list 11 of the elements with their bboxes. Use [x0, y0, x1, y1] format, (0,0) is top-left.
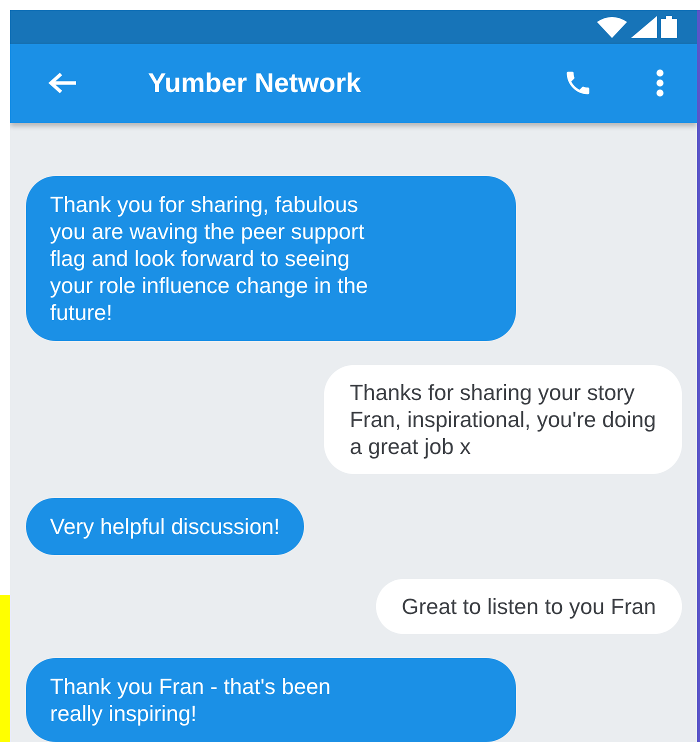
chat-title: Yumber Network	[148, 68, 362, 99]
back-arrow-icon[interactable]	[48, 71, 78, 96]
more-options-icon[interactable]	[655, 69, 665, 98]
message-bubble: Thank you for sharing, fabulous you are waving the peer support flag and look forward to seeing your role influence change in the future!	[26, 176, 516, 341]
signal-icon	[631, 16, 657, 38]
message-bubble: Thank you Fran - that's been really inspiring!	[26, 658, 516, 742]
message-bubble: Thanks for sharing your story Fran, inspirational, you're doing a great job x	[324, 365, 682, 474]
message-bubble: Very helpful discussion!	[26, 498, 304, 555]
wifi-icon	[597, 16, 627, 38]
battery-icon	[661, 16, 677, 38]
message-bubble: Great to listen to you Fran	[376, 579, 682, 634]
